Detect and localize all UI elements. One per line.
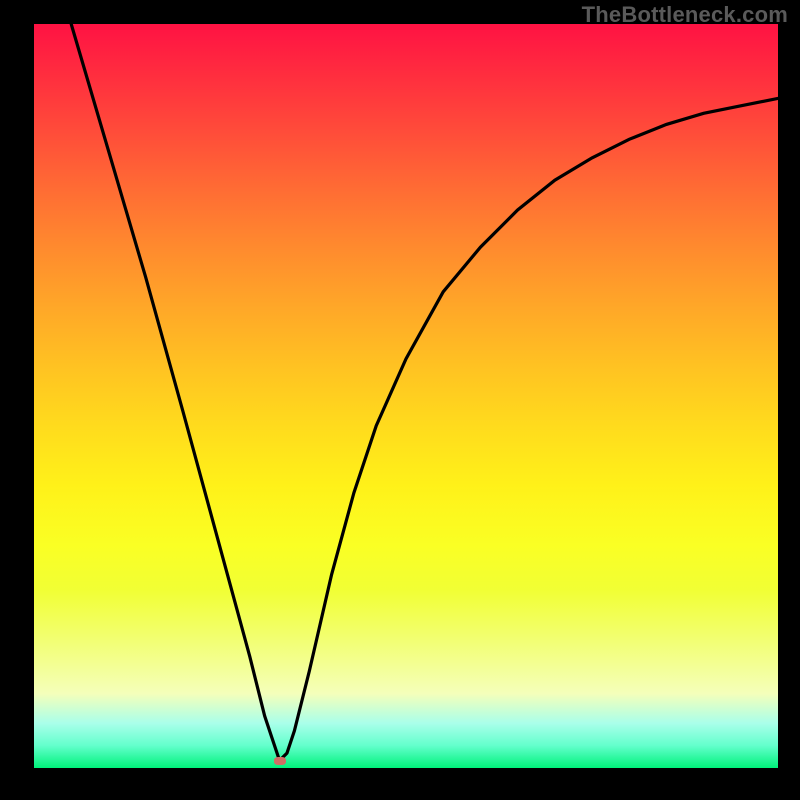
plot-area bbox=[34, 24, 778, 768]
watermark-text: TheBottleneck.com bbox=[582, 2, 788, 28]
optimal-point-marker bbox=[274, 757, 286, 765]
curve-layer bbox=[34, 24, 778, 768]
bottleneck-curve bbox=[71, 24, 778, 761]
